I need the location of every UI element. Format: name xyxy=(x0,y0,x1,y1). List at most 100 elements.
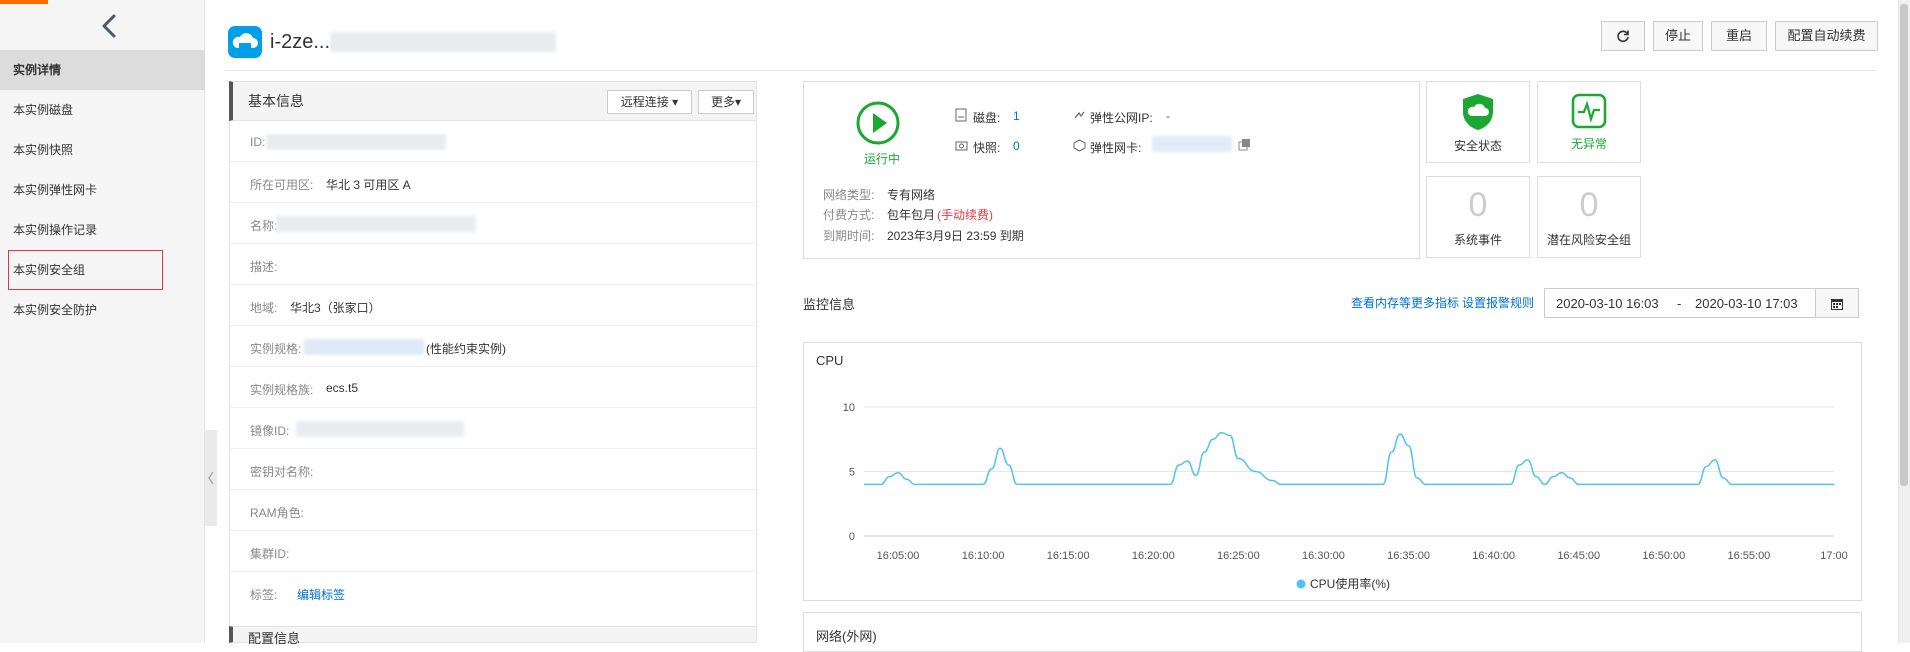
config-info-header: 配置信息 xyxy=(229,626,757,646)
sidebar-item-operation-log[interactable]: 本实例操作记录 xyxy=(0,210,205,250)
x-tick-label: 16:25:00 xyxy=(1217,550,1260,562)
x-tick-label: 16:40:00 xyxy=(1472,550,1515,562)
info-row-id: ID: xyxy=(230,122,756,162)
calendar-icon xyxy=(1831,299,1843,310)
chart-title: CPU xyxy=(816,353,843,368)
keypair-label: 密钥对名称: xyxy=(250,465,314,479)
calendar-button[interactable] xyxy=(1815,288,1859,318)
snapshot-count-link[interactable]: 0 xyxy=(1013,139,1020,153)
collapse-sidebar-handle[interactable] xyxy=(205,430,217,526)
network-type-value: 专有网络 xyxy=(887,188,936,202)
scrollbar-thumb[interactable] xyxy=(1900,4,1908,486)
region-value: 华北3（张家口） xyxy=(290,301,381,315)
x-tick-label: 17:00 xyxy=(1820,550,1848,562)
range-end: 2020-03-10 17:03 xyxy=(1695,296,1798,311)
stop-button[interactable]: 停止 xyxy=(1653,21,1703,51)
x-tick-label: 16:55:00 xyxy=(1727,550,1770,562)
billing-label: 付费方式: xyxy=(823,208,875,222)
info-row-region: 地域: 华北3（张家口） xyxy=(230,286,756,326)
info-row-tags: 标签: 编辑标签 xyxy=(230,573,756,613)
cpu-series-line xyxy=(863,432,1834,486)
sidebar-item-eni[interactable]: 本实例弹性网卡 xyxy=(0,170,205,210)
info-row-spec: 实例规格: (性能约束实例) xyxy=(230,327,756,367)
zone-label: 所在可用区: xyxy=(250,178,314,192)
caret-down-icon: ▾ xyxy=(672,95,679,109)
redacted-instance-name xyxy=(330,32,556,52)
heartbeat-monitor-icon xyxy=(1571,93,1607,129)
risk-label: 潜在风险安全组 xyxy=(1546,233,1631,247)
y-tick-label: 10 xyxy=(843,402,855,414)
tag-label: 标签: xyxy=(250,588,278,602)
header-divider xyxy=(225,70,1876,71)
eip-icon xyxy=(1073,109,1086,125)
more-dropdown[interactable]: 更多▾ xyxy=(698,90,754,114)
sidebar-item-disks[interactable]: 本实例磁盘 xyxy=(0,90,205,130)
sidebar-item-snapshots[interactable]: 本实例快照 xyxy=(0,130,205,170)
info-row-desc: 描述: xyxy=(230,245,756,285)
sidebar-item-instance-details[interactable]: 实例详情 xyxy=(0,50,205,90)
y-tick-label: 5 xyxy=(849,467,855,479)
region-label: 地域: xyxy=(250,301,278,315)
system-events-label: 系统事件 xyxy=(1453,233,1502,247)
instance-cloud-icon xyxy=(228,26,262,58)
disk-label: 磁盘: xyxy=(973,111,1001,125)
billing-value: 包年包月 xyxy=(887,208,936,222)
spec-label: 实例规格: xyxy=(250,342,302,356)
risk-security-group-tile[interactable]: 0 潜在风险安全组 xyxy=(1537,176,1641,258)
security-status-label: 安全状态 xyxy=(1453,139,1502,153)
date-range-input[interactable]: 2020-03-10 16:03 - 2020-03-10 17:03 xyxy=(1544,288,1816,318)
expire-value: 2023年3月9日 23:59 到期 xyxy=(887,229,1024,243)
more-metrics-link[interactable]: 查看内存等更多指标 xyxy=(1351,294,1459,311)
cpu-chart-box: CPU 0 5 10 16:05:00 16:10:00 16:15:00 16:20:00 1… xyxy=(803,342,1862,601)
more-label: 更多 xyxy=(710,95,735,109)
cluster-label: 集群ID: xyxy=(250,547,290,561)
x-tick-label: 16:30:00 xyxy=(1302,550,1345,562)
y-tick-label: 0 xyxy=(849,531,855,543)
info-row-ram: RAM角色: xyxy=(230,491,756,531)
network-chart-title: 网络(外网) xyxy=(816,629,877,644)
monitor-title: 监控信息 xyxy=(803,297,856,312)
remote-connect-dropdown[interactable]: 远程连接 ▾ xyxy=(607,90,692,114)
x-tick-label: 16:10:00 xyxy=(962,550,1005,562)
snapshot-label: 快照: xyxy=(973,141,1001,155)
manual-renew-link[interactable]: (手动续费) xyxy=(937,206,993,223)
refresh-button[interactable] xyxy=(1601,21,1645,51)
range-start: 2020-03-10 16:03 xyxy=(1556,296,1659,311)
sidebar-item-security-protection[interactable]: 本实例安全防护 xyxy=(0,290,205,330)
family-value: ecs.t5 xyxy=(326,381,359,395)
alarm-rules-link[interactable]: 设置报警规则 xyxy=(1462,294,1534,311)
running-status: 运行中 xyxy=(863,152,900,166)
eni-label: 弹性网卡: xyxy=(1090,141,1142,155)
health-tile[interactable]: 无异常 xyxy=(1537,81,1641,163)
eip-label: 弹性公网IP: xyxy=(1090,111,1153,125)
eni-icon xyxy=(1073,139,1086,155)
redacted-spec xyxy=(304,339,424,355)
cpu-chart: CPU 0 5 10 16:05:00 16:10:00 16:15:00 16:20:00 1… xyxy=(816,353,1848,591)
x-tick-label: 16:20:00 xyxy=(1132,550,1175,562)
eip-value: - xyxy=(1166,109,1170,123)
image-label: 镜像ID: xyxy=(250,424,290,438)
info-row-image: 镜像ID: xyxy=(230,409,756,449)
console-accent-bar xyxy=(0,0,48,4)
auto-renew-button[interactable]: 配置自动续费 xyxy=(1775,21,1878,51)
restart-button[interactable]: 重启 xyxy=(1711,21,1767,51)
copy-icon[interactable] xyxy=(1238,138,1251,154)
system-events-tile[interactable]: 0 系统事件 xyxy=(1426,176,1530,258)
security-status-tile[interactable]: 安全状态 xyxy=(1426,81,1530,163)
network-chart-box: 网络(外网) xyxy=(803,612,1862,652)
edit-tags-link[interactable]: 编辑标签 xyxy=(297,586,345,603)
refresh-icon xyxy=(1617,30,1629,43)
back-arrow-icon[interactable] xyxy=(96,10,124,42)
basic-info-title: 基本信息 xyxy=(248,93,304,109)
disk-count-link[interactable]: 1 xyxy=(1013,109,1020,123)
info-row-zone: 所在可用区: 华北 3 可用区 A xyxy=(230,163,756,203)
x-tick-label: 16:45:00 xyxy=(1557,550,1600,562)
legend-swatch xyxy=(1296,579,1306,589)
instance-title: i-2ze... xyxy=(270,31,331,53)
redacted-name xyxy=(276,216,476,232)
info-row-cluster: 集群ID: xyxy=(230,532,756,572)
caret-down-icon: ▾ xyxy=(734,95,742,109)
name-label: 名称: xyxy=(250,219,278,233)
range-separator: - xyxy=(1677,296,1682,311)
desc-label: 描述: xyxy=(250,260,278,274)
